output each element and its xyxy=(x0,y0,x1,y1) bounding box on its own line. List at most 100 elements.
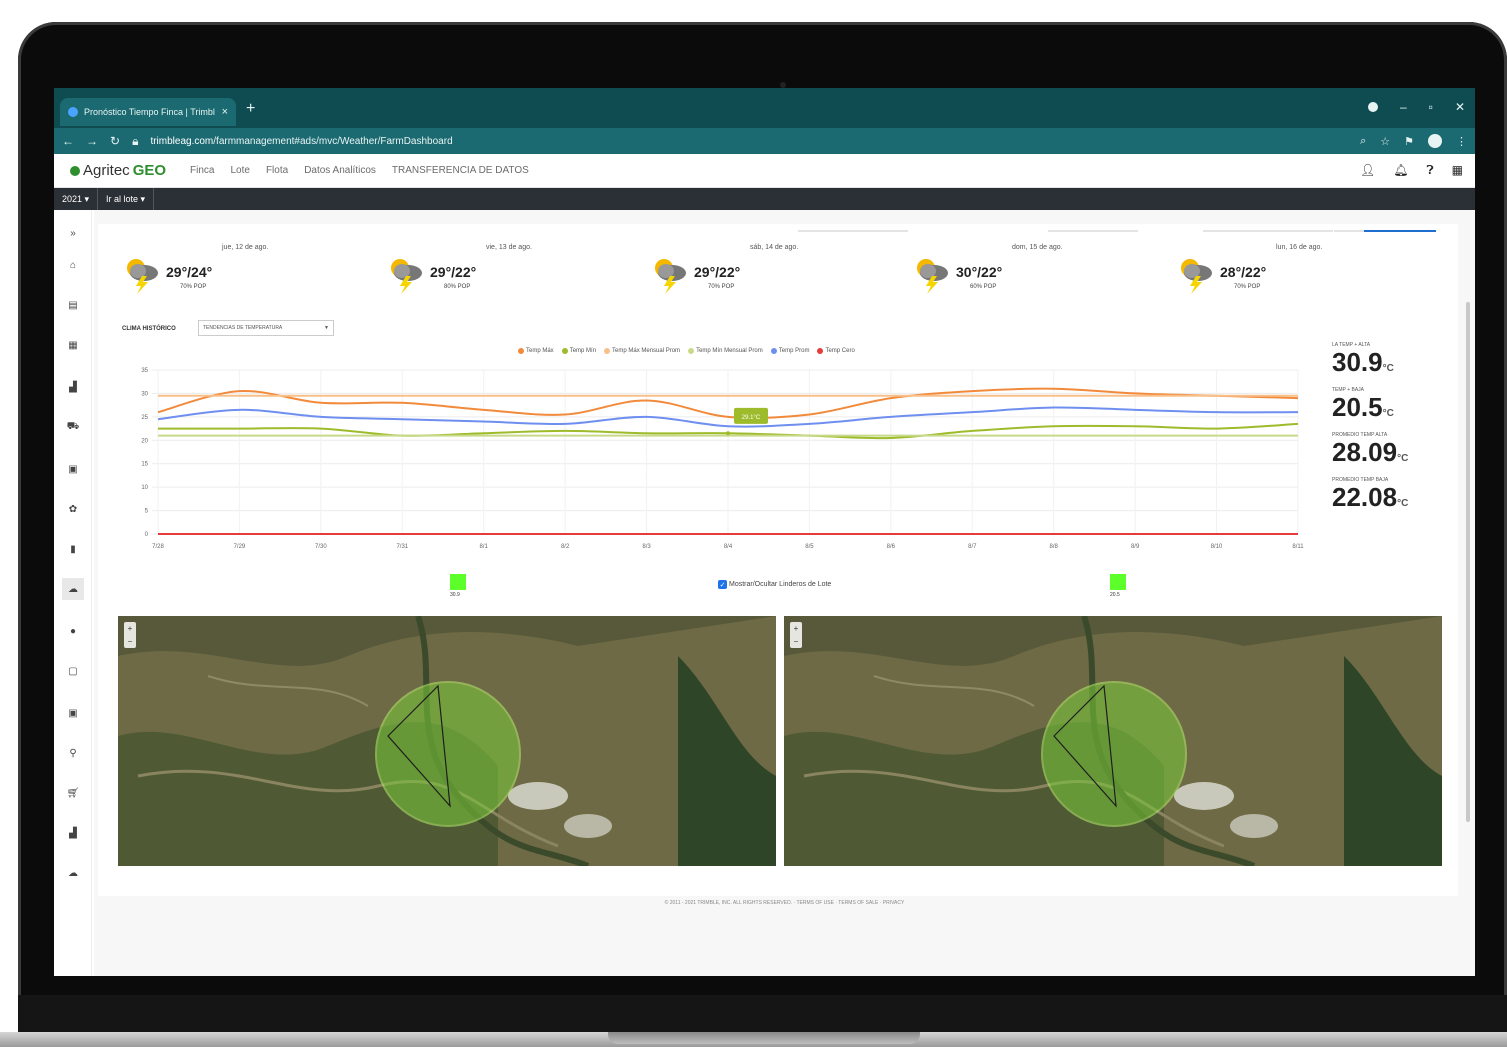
scroll-thumb[interactable] xyxy=(1466,302,1470,822)
forecast-day: jue, 12 de ago. 29°/24° 70% POP xyxy=(122,244,342,314)
reload-icon[interactable]: ↻ xyxy=(110,134,120,148)
legend-item[interactable]: Temp Mín Mensual Prom xyxy=(688,348,763,354)
x-tick-label: 7/29 xyxy=(234,544,246,550)
map-zoom-control: + − xyxy=(124,622,136,648)
browser-tab[interactable]: Pronóstico Tiempo Finca | Trimbl × xyxy=(60,98,236,126)
laptop-chin xyxy=(18,995,1507,1032)
record-icon[interactable] xyxy=(1367,102,1378,112)
reports-icon[interactable]: ▢ xyxy=(62,660,84,682)
calendar-icon[interactable]: ▦ xyxy=(62,334,84,356)
x-tick-label: 7/31 xyxy=(396,544,408,550)
map-zoom-in-button[interactable]: + xyxy=(128,624,133,633)
url-path: /farmmanagement#ads/mvc/Weather/FarmDash… xyxy=(213,135,453,147)
goto-lote-dropdown[interactable]: Ir al lote ▾ xyxy=(98,188,155,210)
bookmark-star-icon[interactable]: ☆ xyxy=(1380,135,1390,148)
address-bar-actions: ⌕ ☆ ⚑ ⋮ xyxy=(1360,134,1467,148)
browser-menu-icon[interactable]: ⋮ xyxy=(1456,135,1467,148)
map-zoom-in-button[interactable]: + xyxy=(794,624,799,633)
close-window-button[interactable]: ✕ xyxy=(1455,100,1465,114)
checkbox-checked-icon[interactable]: ✓ xyxy=(718,580,727,589)
cart-icon[interactable]: 🛒︎ xyxy=(62,782,84,804)
tractor-icon[interactable]: ⛟ xyxy=(62,416,84,438)
expand-rail-icon[interactable]: » xyxy=(62,222,84,244)
forward-icon[interactable]: → xyxy=(86,134,98,148)
weather-panel: jue, 12 de ago. 29°/24° 70% POP vie, 13 … xyxy=(98,224,1470,896)
map-zoom-out-button[interactable]: − xyxy=(794,637,799,646)
thunderstorm-icon xyxy=(391,259,422,294)
forecast-temp: 28°/22° xyxy=(1220,264,1267,280)
tab-underline xyxy=(1203,230,1333,232)
forecast-day: vie, 13 de ago. 29°/22° 80% POP xyxy=(386,244,606,314)
forecast-pop: 60% POP xyxy=(970,284,997,290)
url-domain: trimbleag.com xyxy=(150,135,214,147)
map-zoom-out-button[interactable]: − xyxy=(128,637,133,646)
logo-mark-icon xyxy=(70,165,80,176)
weather-icon[interactable]: ☁ xyxy=(62,578,84,600)
analytics-icon[interactable]: ▟ xyxy=(62,376,84,398)
forecast-date: lun, 16 de ago. xyxy=(1276,244,1323,251)
cloud-icon[interactable]: ☁ xyxy=(62,862,84,884)
historic-select[interactable]: TENDENCIAS DE TEMPERATURA ▼ xyxy=(198,320,334,336)
y-tick-label: 0 xyxy=(145,532,149,538)
scout-icon[interactable]: ● xyxy=(62,620,84,642)
minimize-button[interactable]: – xyxy=(1400,100,1407,114)
back-icon[interactable]: ← xyxy=(62,134,74,148)
tab-close-icon[interactable]: × xyxy=(222,106,228,118)
satellite-map-right[interactable]: + − xyxy=(784,616,1442,866)
left-map-legend-value: 30.9 xyxy=(450,592,460,598)
legend-item[interactable]: Temp Máx Mensual Prom xyxy=(604,348,680,354)
legend-item[interactable]: Temp Prom xyxy=(770,348,809,354)
main-content: jue, 12 de ago. 29°/24° 70% POP vie, 13 … xyxy=(94,210,1475,976)
field-icon[interactable]: ▣ xyxy=(62,458,84,480)
legend-item[interactable]: Temp Mín xyxy=(561,348,596,354)
document-icon[interactable]: ▮ xyxy=(62,538,84,560)
nav-icons: 👤︎ 🔔︎ ❓︎ ▦ xyxy=(1360,163,1475,178)
forecast-date: sáb, 14 de ago. xyxy=(750,244,799,251)
panel-scrollbar[interactable] xyxy=(1464,242,1472,888)
chart-icon[interactable]: ▟ xyxy=(62,822,84,844)
x-tick-label: 8/3 xyxy=(642,544,651,550)
forecast-date: dom, 15 de ago. xyxy=(1012,244,1063,251)
tab-underline xyxy=(798,230,908,232)
legend-swatch xyxy=(770,348,777,354)
bell-icon[interactable]: 🔔︎ xyxy=(1393,163,1408,178)
planting-icon[interactable]: ✿ xyxy=(62,498,84,520)
home-icon[interactable]: ⌂ xyxy=(62,254,84,276)
new-tab-button[interactable]: + xyxy=(246,100,255,118)
url-field[interactable]: trimbleag.com/farmmanagement#ads/mvc/Wea… xyxy=(150,136,452,147)
thunderstorm-icon xyxy=(655,259,686,294)
window-controls: – ▫ ✕ xyxy=(1367,100,1465,114)
dashboard-icon[interactable]: ▤ xyxy=(62,294,84,316)
profile-avatar[interactable] xyxy=(1428,134,1442,148)
help-icon[interactable]: ❓︎ xyxy=(1426,163,1433,178)
files-icon[interactable]: ▣ xyxy=(62,702,84,724)
boundary-toggle-label: Mostrar/Ocultar Linderos de Lote xyxy=(729,581,832,588)
x-tick-label: 8/2 xyxy=(561,544,570,550)
maximize-button[interactable]: ▫ xyxy=(1429,100,1433,114)
nav-finca[interactable]: Finca xyxy=(190,165,214,176)
right-map-legend-swatch xyxy=(1110,574,1126,590)
forecast-pop: 80% POP xyxy=(444,284,471,290)
nav-flota[interactable]: Flota xyxy=(266,165,288,176)
zoom-search-icon[interactable]: ⌕ xyxy=(1360,135,1366,148)
location-icon[interactable]: ⚲ xyxy=(62,742,84,764)
forecast-date: vie, 13 de ago. xyxy=(486,244,532,251)
nav-transferencia-datos[interactable]: TRANSFERENCIA DE DATOS xyxy=(392,165,529,176)
apps-grid-icon[interactable]: ▦ xyxy=(1452,163,1463,178)
agritec-geo-logo[interactable]: Agritec GEO xyxy=(70,162,166,179)
satellite-map-left[interactable]: + − xyxy=(118,616,776,866)
year-dropdown[interactable]: 2021 ▾ xyxy=(54,188,99,210)
legend-item[interactable]: Temp Cero xyxy=(817,348,855,354)
boundary-toggle[interactable]: ✓ Mostrar/Ocultar Linderos de Lote xyxy=(718,580,831,589)
nav-datos-analiticos[interactable]: Datos Analíticos xyxy=(304,165,376,176)
logo-text: Agritec xyxy=(83,162,130,179)
legend-item[interactable]: Temp Máx xyxy=(518,348,554,354)
historic-label: CLIMA HISTÓRICO xyxy=(122,326,176,332)
legend-swatch xyxy=(688,348,695,354)
tab-underline-active[interactable] xyxy=(1364,230,1436,232)
nav-lote[interactable]: Lote xyxy=(230,165,249,176)
user-icon[interactable]: 👤︎ xyxy=(1360,163,1375,178)
stat-number: 22.08 xyxy=(1332,482,1398,512)
extensions-icon[interactable]: ⚑ xyxy=(1404,135,1414,148)
forecast-pop: 70% POP xyxy=(708,284,735,290)
